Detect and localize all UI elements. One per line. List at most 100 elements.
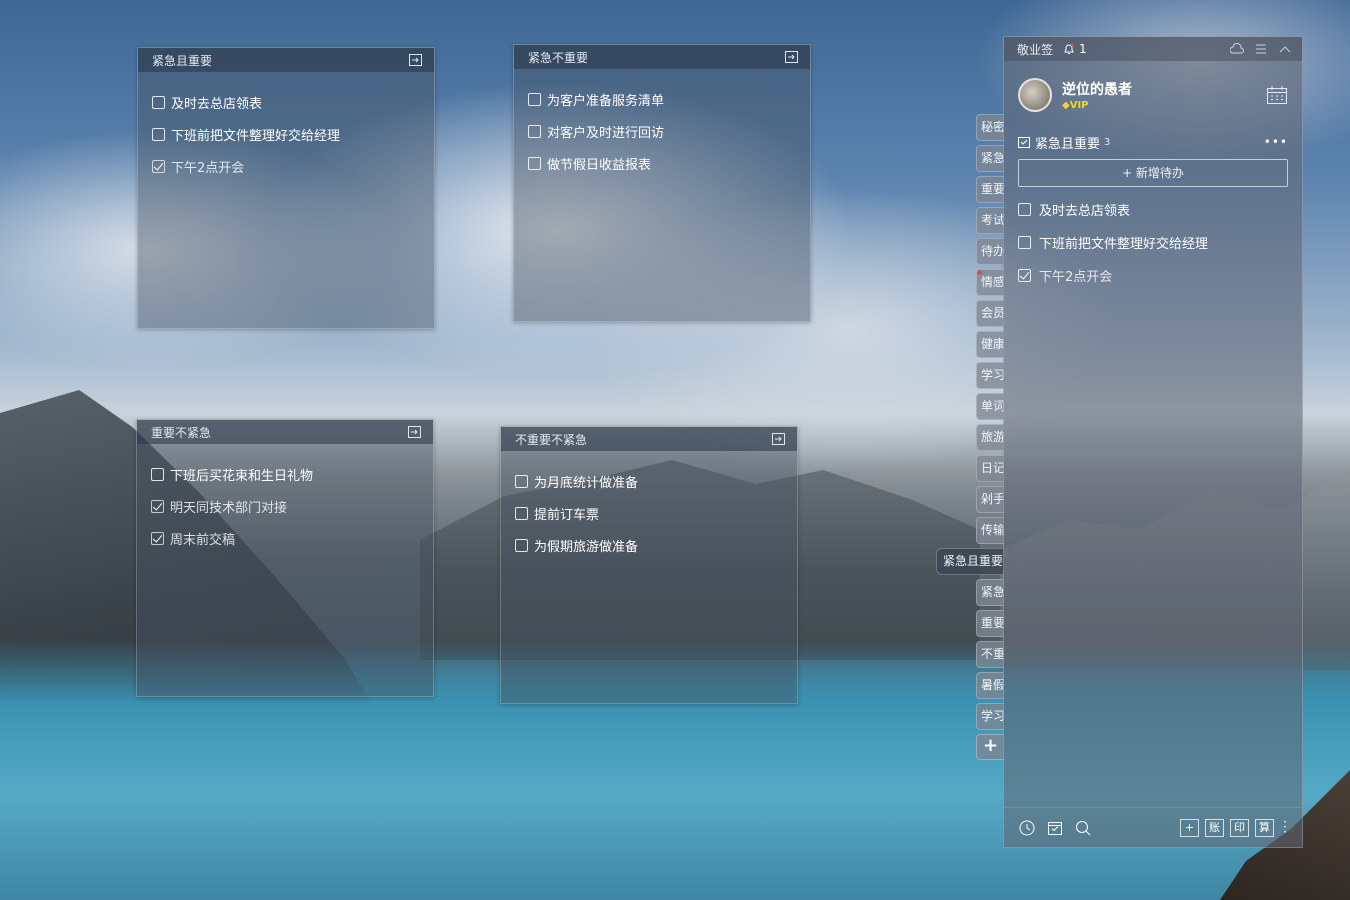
search-icon[interactable] <box>1074 819 1092 837</box>
todo-item[interactable]: 做节假日收益报表 <box>528 147 796 179</box>
category-tab[interactable]: 旅游 <box>976 424 1004 451</box>
checkbox-checked[interactable] <box>151 499 164 513</box>
checkbox-checked[interactable] <box>151 531 164 545</box>
category-tab[interactable]: 紧急 <box>976 145 1004 172</box>
note-header[interactable]: 紧急不重要 <box>514 45 810 69</box>
note-title: 紧急且重要 <box>152 53 213 68</box>
note-header[interactable]: 重要不紧急 <box>137 420 433 444</box>
category-tab[interactable]: 学习 <box>976 362 1004 389</box>
menu-icon[interactable] <box>1254 43 1268 55</box>
todo-list-icon <box>1018 136 1030 148</box>
todo-item[interactable]: 对客户及时进行回访 <box>528 115 796 147</box>
collapse-icon[interactable] <box>1278 43 1292 55</box>
todo-item[interactable]: 为假期旅游做准备 <box>515 529 783 561</box>
todo-item[interactable]: 下午2点开会 <box>1018 259 1288 292</box>
category-tab[interactable]: 剁手 <box>976 486 1004 513</box>
category-tab[interactable]: 传输 <box>976 517 1004 544</box>
todo-text: 做节假日收益报表 <box>547 157 652 173</box>
category-tab[interactable]: 健康 <box>976 331 1004 358</box>
category-tab[interactable]: 学习 <box>976 703 1004 730</box>
bell-icon[interactable] <box>1063 43 1075 55</box>
checkbox[interactable] <box>152 95 165 109</box>
category-count: 3 <box>1104 136 1111 148</box>
todo-item[interactable]: 明天同技术部门对接 <box>151 490 419 522</box>
category-tab[interactable]: 重要 <box>976 610 1004 637</box>
checkbox[interactable] <box>515 474 528 488</box>
checkbox-checked[interactable] <box>1018 269 1031 282</box>
calendar-icon[interactable] <box>1266 85 1288 105</box>
todo-text: 对客户及时进行回访 <box>547 125 665 141</box>
note-important-not-urgent[interactable]: 重要不紧急 下班后买花束和生日礼物 明天同技术部门对接 周末前交稿 <box>136 419 434 697</box>
todo-text: 及时去总店领表 <box>171 96 263 112</box>
exit-icon[interactable] <box>772 433 785 445</box>
avatar[interactable] <box>1018 78 1052 112</box>
clock-icon[interactable] <box>1018 819 1036 837</box>
category-tab[interactable]: 单词 <box>976 393 1004 420</box>
category-tab[interactable]: 情感 <box>976 269 1004 296</box>
exit-icon[interactable] <box>408 426 421 438</box>
note-title: 紧急不重要 <box>528 50 589 65</box>
vip-badge: ◆VIP <box>1062 100 1266 111</box>
todo-text: 下午2点开会 <box>1039 270 1113 285</box>
more-vertical-icon[interactable]: · · · <box>1282 816 1288 838</box>
task-done-icon[interactable] <box>1046 819 1064 837</box>
user-profile[interactable]: 逆位的愚者 ◆VIP <box>1004 67 1302 123</box>
todo-item[interactable]: 下班前把文件整理好交给经理 <box>1018 226 1288 259</box>
calculate-button[interactable]: 算 <box>1255 818 1274 837</box>
todo-item[interactable]: 周末前交稿 <box>151 522 419 554</box>
category-header: 紧急且重要 3 ••• <box>1004 127 1302 157</box>
todo-text: 下班前把文件整理好交给经理 <box>171 128 341 144</box>
todo-text: 周末前交稿 <box>170 532 236 548</box>
category-tab[interactable]: 紧急 <box>976 579 1004 606</box>
checkbox[interactable] <box>1018 203 1031 216</box>
todo-item[interactable]: 下班后买花束和生日礼物 <box>151 458 419 490</box>
note-header[interactable]: 不重要不紧急 <box>501 427 797 451</box>
checkbox[interactable] <box>515 538 528 552</box>
todo-text: 下班前把文件整理好交给经理 <box>1039 237 1209 252</box>
todo-item[interactable]: 及时去总店领表 <box>1018 193 1288 226</box>
category-tab[interactable]: 日记 <box>976 455 1004 482</box>
category-tab[interactable]: 秘密 <box>976 114 1004 141</box>
todo-item[interactable]: 提前订车票 <box>515 497 783 529</box>
category-tab[interactable]: 不重 <box>976 641 1004 668</box>
checkbox[interactable] <box>528 92 541 106</box>
todo-item[interactable]: 为客户准备服务清单 <box>528 83 796 115</box>
more-options-icon[interactable]: ••• <box>1264 135 1288 149</box>
category-tab[interactable]: 待办 <box>976 238 1004 265</box>
category-tab[interactable]: 考试 <box>976 207 1004 234</box>
todo-item[interactable]: 下午2点开会 <box>152 150 420 182</box>
todo-item[interactable]: 为月底统计做准备 <box>515 465 783 497</box>
todo-text: 下班后买花束和生日礼物 <box>170 468 314 484</box>
print-button[interactable]: 印 <box>1230 818 1249 837</box>
category-name: 紧急且重要 <box>1035 136 1101 152</box>
category-tab[interactable]: 暑假 <box>976 672 1004 699</box>
main-panel: 敬业签 1 逆位的愚者 ◆VIP 紧急且重要 3 ••• + 新增待办 及时去总… <box>1003 36 1303 848</box>
note-header[interactable]: 紧急且重要 <box>138 48 434 72</box>
new-note-button[interactable]: + <box>1180 818 1199 837</box>
todo-text: 为月底统计做准备 <box>534 475 639 491</box>
exit-icon[interactable] <box>785 51 798 63</box>
note-not-important-not-urgent[interactable]: 不重要不紧急 为月底统计做准备 提前订车票 为假期旅游做准备 <box>500 426 798 704</box>
todo-text: 为假期旅游做准备 <box>534 539 639 555</box>
todo-item[interactable]: 下班前把文件整理好交给经理 <box>152 118 420 150</box>
account-button[interactable]: 账 <box>1205 818 1224 837</box>
checkbox[interactable] <box>1018 236 1031 249</box>
checkbox[interactable] <box>528 156 541 170</box>
note-urgent-not-important[interactable]: 紧急不重要 为客户准备服务清单 对客户及时进行回访 做节假日收益报表 <box>513 44 811 322</box>
category-tab[interactable]: 会员 <box>976 300 1004 327</box>
checkbox[interactable] <box>515 506 528 520</box>
checkbox-checked[interactable] <box>152 159 165 173</box>
checkbox[interactable] <box>528 124 541 138</box>
checkbox[interactable] <box>151 467 164 481</box>
category-tab-active[interactable]: 紧急且重要 <box>936 548 1004 575</box>
add-todo-button[interactable]: + 新增待办 <box>1018 159 1288 187</box>
add-category-button[interactable]: + <box>976 734 1004 760</box>
todo-item[interactable]: 及时去总店领表 <box>152 86 420 118</box>
exit-icon[interactable] <box>409 54 422 66</box>
checkbox[interactable] <box>152 127 165 141</box>
panel-toolbar: + 账 印 算 · · · <box>1004 807 1302 847</box>
cloud-sync-icon[interactable] <box>1229 43 1244 55</box>
category-tab[interactable]: 重要 <box>976 176 1004 203</box>
note-urgent-important[interactable]: 紧急且重要 及时去总店领表 下班前把文件整理好交给经理 下午2点开会 <box>137 47 435 329</box>
panel-titlebar: 敬业签 1 <box>1004 37 1302 61</box>
